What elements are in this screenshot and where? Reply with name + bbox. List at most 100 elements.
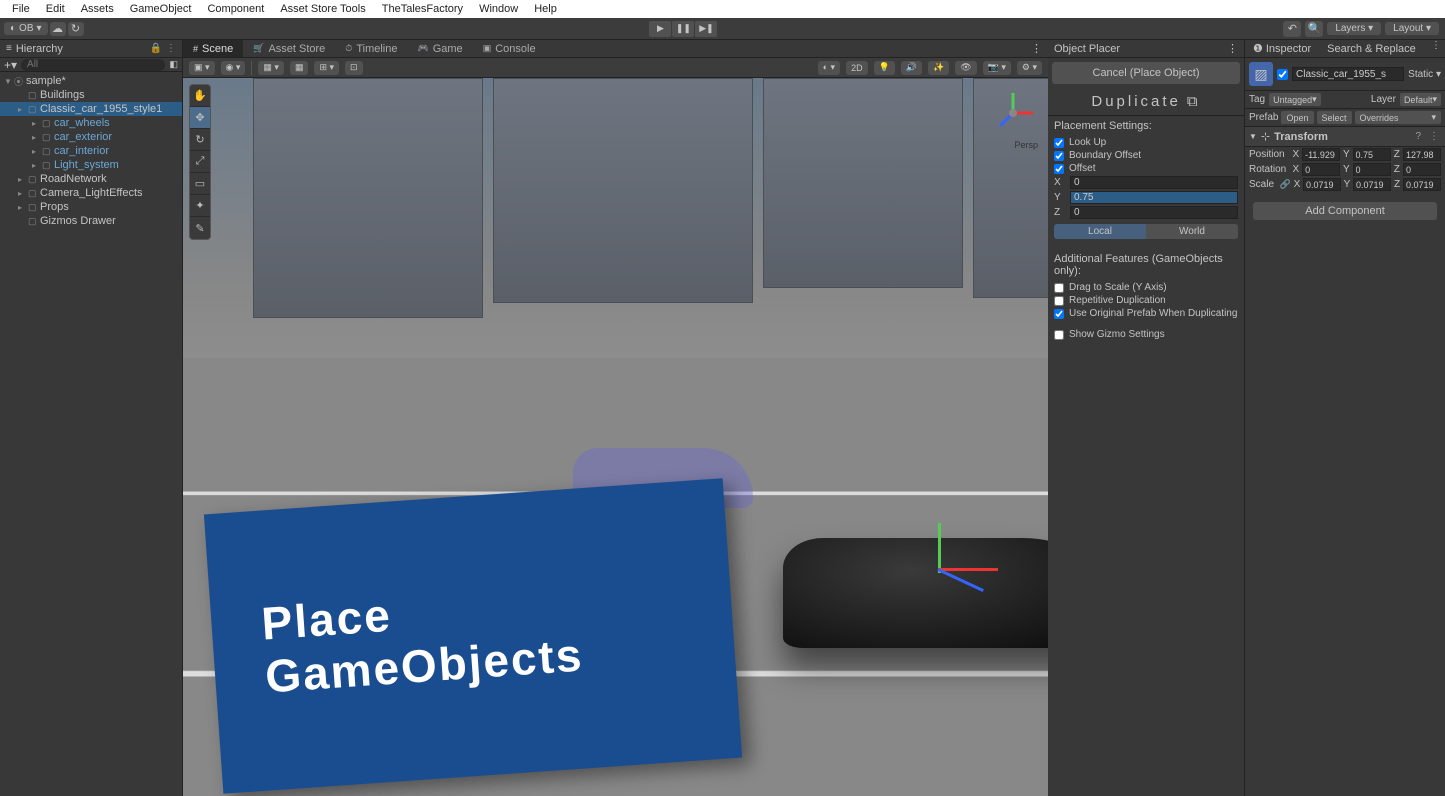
tabs-menu[interactable]: ⋮	[1025, 42, 1048, 55]
rot-z[interactable]	[1403, 163, 1441, 176]
add-component-button[interactable]: Add Component	[1253, 202, 1437, 220]
orientation-gizmo[interactable]: Persp	[988, 88, 1038, 138]
boundary-checkbox[interactable]: Boundary Offset	[1048, 149, 1244, 162]
fx-icon[interactable]: ✨	[928, 61, 949, 75]
custom-tool[interactable]: ✎	[190, 217, 210, 239]
draw-mode[interactable]: ▣ ▾	[189, 61, 215, 75]
hierarchy-item-light-system[interactable]: ▸▢Light_system	[0, 158, 182, 172]
account-button[interactable]: ◐ OB ▾	[4, 22, 48, 35]
menu-assets[interactable]: Assets	[73, 3, 122, 15]
add-icon[interactable]: +▾	[4, 58, 17, 72]
rotate-tool[interactable]: ↻	[190, 129, 210, 151]
tab-scene[interactable]: #Scene	[183, 40, 243, 57]
skybox[interactable]: ◐ ▾	[818, 61, 840, 75]
drag-scale-checkbox[interactable]: Drag to Scale (Y Axis)	[1048, 281, 1244, 294]
scale-z[interactable]	[1403, 178, 1441, 191]
transform-foldout[interactable]: ▼	[1249, 132, 1257, 141]
audio-icon[interactable]: 🔊	[901, 61, 922, 75]
gizmo-y-axis[interactable]	[938, 523, 941, 573]
static-toggle[interactable]: Static ▾	[1408, 69, 1441, 80]
camera-icon[interactable]: 📷 ▾	[983, 61, 1011, 75]
rot-x[interactable]	[1302, 163, 1340, 176]
play-button[interactable]: ▶	[649, 21, 671, 37]
light-icon[interactable]: 💡	[874, 61, 895, 75]
menu-file[interactable]: File	[4, 3, 38, 15]
help-icon[interactable]: ?	[1413, 131, 1423, 142]
scene-viewport[interactable]: ✋ ✥ ↻ ⤢ ▭ ✦ ✎ Persp Place GameObjects	[183, 78, 1048, 796]
snap2[interactable]: ⊡	[345, 61, 363, 75]
pos-x[interactable]	[1302, 148, 1340, 161]
hidden-icon[interactable]: 👁	[955, 61, 976, 75]
menu-window[interactable]: Window	[471, 3, 526, 15]
scale-link-icon[interactable]: 🔗	[1280, 179, 1291, 190]
offset-y[interactable]	[1070, 191, 1238, 204]
pos-z[interactable]	[1403, 148, 1441, 161]
hierarchy-search[interactable]	[21, 59, 165, 71]
scale-tool[interactable]: ⤢	[190, 151, 210, 173]
hierarchy-item-gizmos-drawer[interactable]: ▢Gizmos Drawer	[0, 214, 182, 228]
duplicate-button[interactable]: Duplicate⧉	[1048, 88, 1244, 116]
menu-help[interactable]: Help	[526, 3, 565, 15]
inspector-tab[interactable]: ❶ Inspector	[1245, 40, 1319, 57]
menu-component[interactable]: Component	[199, 3, 272, 15]
hierarchy-item-props[interactable]: ▸▢Props	[0, 200, 182, 214]
rect-tool[interactable]: ▭	[190, 173, 210, 195]
prefab-overrides[interactable]: Overrides ▾	[1355, 111, 1441, 124]
scale-x[interactable]	[1303, 178, 1341, 191]
hierarchy-item-car-wheels[interactable]: ▸▢car_wheels	[0, 116, 182, 130]
hierarchy-item-camera-lighteffects[interactable]: ▸▢Camera_LightEffects	[0, 186, 182, 200]
search-replace-tab[interactable]: Search & Replace	[1319, 40, 1424, 57]
menu-icon[interactable]: ⋮	[166, 43, 176, 54]
step-button[interactable]: ▶❚	[695, 21, 717, 37]
gizmo-x-axis[interactable]	[938, 568, 998, 571]
pause-button[interactable]: ❚❚	[672, 21, 694, 37]
menu-edit[interactable]: Edit	[38, 3, 73, 15]
filter-icon[interactable]: ◧	[169, 59, 178, 70]
rot-y[interactable]	[1353, 163, 1391, 176]
shading[interactable]: ◉ ▾	[221, 61, 246, 75]
history-icon[interactable]: ↻	[68, 22, 84, 36]
hierarchy-item-car-exterior[interactable]: ▸▢car_exterior	[0, 130, 182, 144]
cloud-icon[interactable]: ☁	[50, 22, 66, 36]
scale-y[interactable]	[1353, 178, 1391, 191]
tab-asset-store[interactable]: 🛒Asset Store	[243, 40, 335, 57]
offset-z[interactable]	[1070, 206, 1238, 219]
pos-y[interactable]	[1353, 148, 1391, 161]
inspector-menu[interactable]: ⋮	[1427, 40, 1445, 57]
hierarchy-item-classic-car-1955-style1[interactable]: ▸▢Classic_car_1955_style1	[0, 102, 182, 116]
tab-timeline[interactable]: ⏱Timeline	[335, 40, 407, 57]
search-icon[interactable]: 🔍	[1305, 21, 1323, 37]
transform-tool[interactable]: ✦	[190, 195, 210, 217]
undo-icon[interactable]: ↶	[1283, 21, 1301, 37]
hierarchy-item-roadnetwork[interactable]: ▸▢RoadNetwork	[0, 172, 182, 186]
car-object[interactable]	[783, 538, 1048, 648]
grid2[interactable]: ▦	[290, 61, 309, 75]
menu-thetalesfactory[interactable]: TheTalesFactory	[374, 3, 471, 15]
object-enabled[interactable]	[1277, 69, 1288, 80]
hierarchy-item-car-interior[interactable]: ▸▢car_interior	[0, 144, 182, 158]
lookup-checkbox[interactable]: Look Up	[1048, 136, 1244, 149]
object-name-field[interactable]: Classic_car_1955_s	[1292, 67, 1404, 81]
tab-game[interactable]: 🎮Game	[408, 40, 473, 57]
mode-2d[interactable]: 2D	[846, 61, 868, 75]
snap[interactable]: ⊞ ▾	[314, 61, 339, 75]
gizmos-icon[interactable]: ⚙ ▾	[1017, 61, 1042, 75]
menu-gameobject[interactable]: GameObject	[122, 3, 200, 15]
repetitive-checkbox[interactable]: Repetitive Duplication	[1048, 294, 1244, 307]
layer-dropdown[interactable]: Default ▾	[1400, 93, 1441, 106]
gizmo-settings-checkbox[interactable]: Show Gizmo Settings	[1048, 328, 1244, 341]
layout-dropdown[interactable]: Layout ▾	[1385, 22, 1439, 35]
component-menu[interactable]: ⋮	[1427, 131, 1441, 142]
prefab-open[interactable]: Open	[1281, 111, 1313, 124]
hierarchy-item-buildings[interactable]: ▢Buildings	[0, 88, 182, 102]
menu-asset-store-tools[interactable]: Asset Store Tools	[272, 3, 373, 15]
grid1[interactable]: ▦ ▾	[258, 61, 284, 75]
move-tool[interactable]: ✥	[190, 107, 210, 129]
offset-checkbox[interactable]: Offset	[1048, 162, 1244, 175]
tab-console[interactable]: ▣Console	[473, 40, 546, 57]
placer-menu[interactable]: ⋮	[1227, 42, 1238, 55]
space-toggle[interactable]: LocalWorld	[1054, 224, 1238, 239]
original-prefab-checkbox[interactable]: Use Original Prefab When Duplicating	[1048, 307, 1244, 320]
hand-tool[interactable]: ✋	[190, 85, 210, 107]
prefab-select[interactable]: Select	[1317, 111, 1352, 124]
